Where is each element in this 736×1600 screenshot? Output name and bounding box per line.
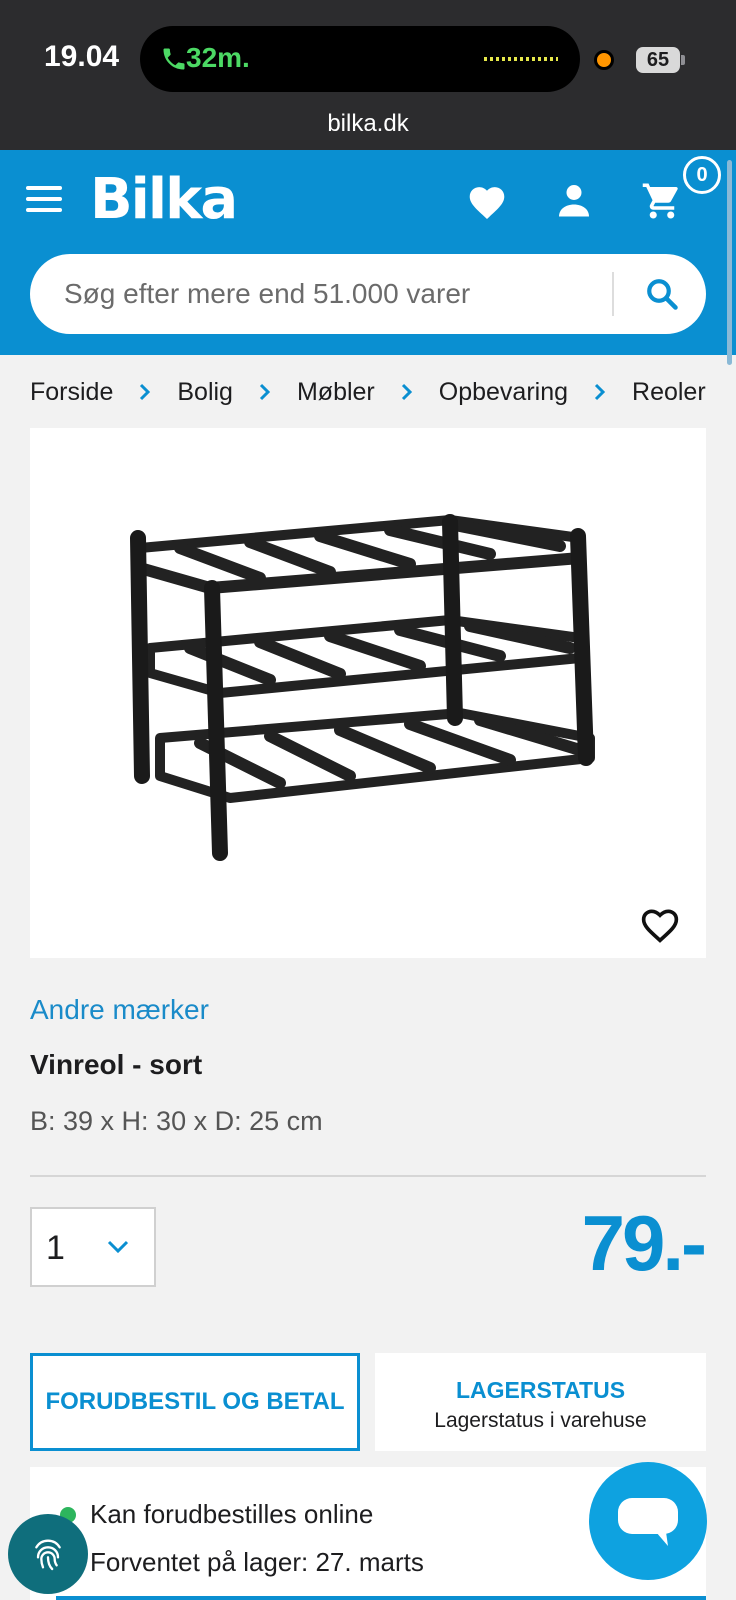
- menu-icon[interactable]: [26, 186, 62, 214]
- chevron-right-icon: [401, 383, 412, 401]
- search-bar: [30, 254, 706, 334]
- breadcrumb-item-bolig[interactable]: Bolig: [177, 378, 233, 407]
- user-icon[interactable]: [556, 182, 592, 218]
- breadcrumb-item-mobler[interactable]: Møbler: [297, 378, 375, 407]
- battery-level: 65: [636, 47, 680, 73]
- product-title: Vinreol - sort: [30, 1049, 203, 1080]
- product-dimensions: B: 39 x H: 30 x D: 25 cm: [30, 1106, 323, 1136]
- status-time: 19.04: [44, 40, 120, 73]
- favorite-heart-icon[interactable]: [638, 904, 682, 944]
- chevron-right-icon: [259, 383, 271, 401]
- phone-icon: [163, 48, 185, 70]
- stock-status-title: LAGERSTATUS: [455, 1377, 626, 1403]
- search-icon: [647, 279, 678, 310]
- product-price: 79.-: [581, 1199, 707, 1287]
- call-duration: 32m.: [186, 42, 250, 73]
- product-image[interactable]: [30, 428, 706, 958]
- recording-dot-icon: [594, 50, 614, 70]
- fingerprint-button[interactable]: [8, 1514, 88, 1594]
- bottom-accent-bar: [56, 1596, 706, 1600]
- audio-wave-icon: [484, 57, 558, 61]
- chat-bubble-icon: [618, 1498, 678, 1546]
- heart-icon[interactable]: [466, 182, 508, 220]
- stock-status-subtitle: Lagerstatus i varehuse: [434, 1409, 647, 1432]
- fingerprint-icon: [35, 1539, 61, 1571]
- chat-button[interactable]: [589, 1462, 707, 1580]
- preorder-button[interactable]: FORUDBESTIL OG BETAL: [30, 1353, 360, 1451]
- availability-expected-text: Forventet på lager: 27. marts: [90, 1547, 424, 1577]
- battery-tip-icon: [681, 55, 685, 65]
- breadcrumb-item-opbevaring[interactable]: Opbevaring: [439, 378, 568, 407]
- chevron-right-icon: [594, 383, 606, 401]
- search-button[interactable]: [630, 264, 696, 324]
- stock-status-button[interactable]: LAGERSTATUS Lagerstatus i varehuse: [375, 1353, 706, 1451]
- breadcrumb-item-forside[interactable]: Forside: [30, 378, 113, 407]
- breadcrumb-item-reoler[interactable]: Reoler: [632, 378, 706, 407]
- quantity-value: 1: [46, 1229, 65, 1267]
- wine-rack-illustration: [130, 514, 595, 861]
- search-input[interactable]: [64, 254, 624, 334]
- page-scrollbar[interactable]: [727, 160, 732, 365]
- cart-count-badge[interactable]: 0: [683, 156, 721, 194]
- quantity-select[interactable]: 1: [30, 1207, 156, 1287]
- site-logo[interactable]: Bilka: [90, 167, 238, 232]
- availability-online-text: Kan forudbestilles online: [90, 1499, 374, 1529]
- product-brand-link[interactable]: Andre mærker: [30, 994, 209, 1026]
- status-bar: 19.04 32m. 65 bilka.dk: [0, 0, 736, 150]
- call-indicator[interactable]: 32m.: [140, 26, 580, 92]
- browser-url[interactable]: bilka.dk: [0, 110, 736, 138]
- search-divider: [612, 272, 614, 316]
- cart-icon[interactable]: [640, 180, 684, 222]
- breadcrumb: Forside Bolig Møbler Opbevaring Reoler: [30, 372, 706, 412]
- chevron-down-icon: [107, 1240, 129, 1254]
- chevron-right-icon: [140, 383, 151, 401]
- divider: [30, 1175, 706, 1177]
